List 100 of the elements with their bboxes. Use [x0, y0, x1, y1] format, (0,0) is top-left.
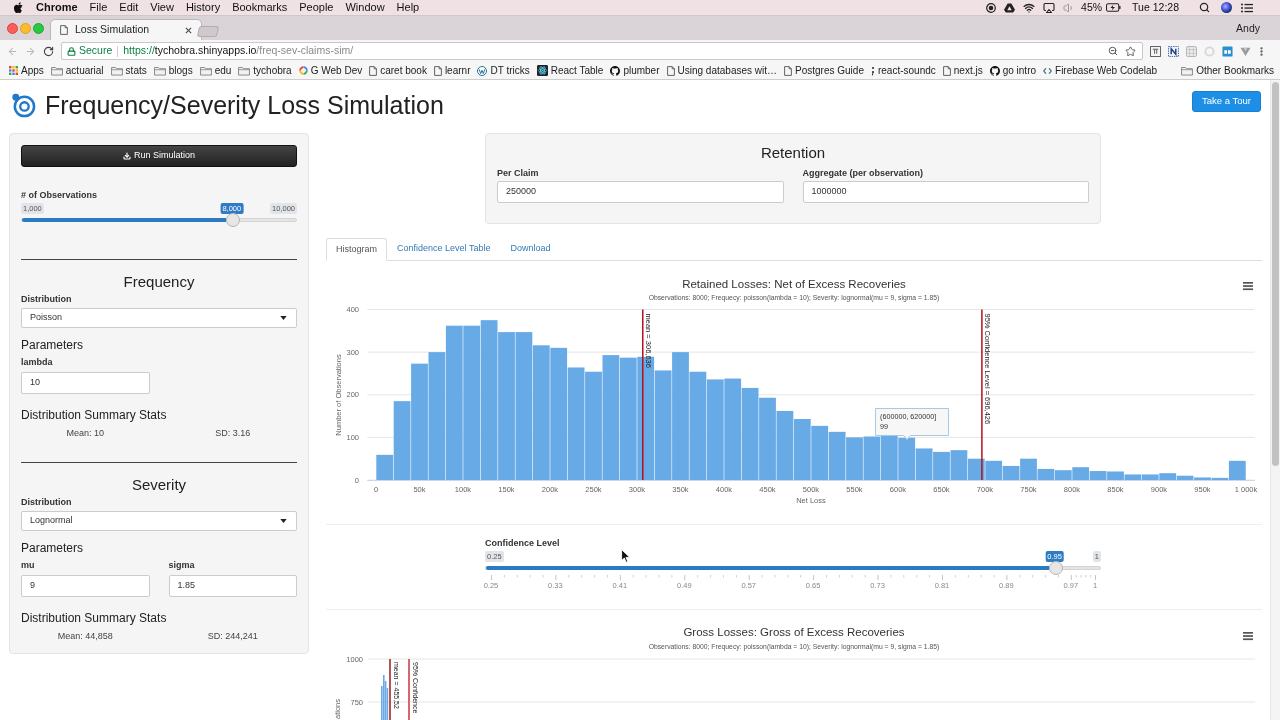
cat-silhouette-icon	[989, 65, 1000, 76]
menu-item[interactable]: File	[89, 2, 108, 13]
bookmark-item[interactable]: go intro	[1002, 63, 1037, 78]
folder-icon	[199, 65, 212, 76]
run-simulation-button[interactable]: Run Simulation	[21, 145, 297, 167]
parameter-input[interactable]: 1.85	[168, 575, 297, 597]
histogram-bar	[863, 436, 881, 480]
dashed-square-icon[interactable]	[1168, 45, 1179, 57]
chart-menu-icon[interactable]	[1243, 632, 1253, 641]
folder-icon	[1181, 65, 1194, 76]
subheading: Distribution Summary Stats	[21, 611, 168, 625]
reference-line	[389, 658, 391, 720]
bookmark-item[interactable]: Apps	[21, 63, 44, 78]
bookmark-item[interactable]: Firebase Web Codelab	[1055, 63, 1158, 78]
menu-item[interactable]: Help	[396, 2, 420, 13]
mouse-pointer-icon	[621, 549, 630, 563]
distribution-select[interactable]: Lognormal	[21, 511, 297, 531]
apple-logo-icon[interactable]	[14, 2, 23, 13]
circle-logo-icon	[477, 65, 488, 76]
triangle-down-icon[interactable]	[1240, 45, 1251, 57]
histogram-bar	[846, 437, 863, 480]
menu-item[interactable]: Bookmarks	[232, 2, 288, 13]
scrollbar-thumb[interactable]	[1272, 82, 1279, 466]
bookmark-item[interactable]: caret book	[380, 63, 427, 78]
orb-icon[interactable]	[1221, 2, 1232, 13]
histogram-bar	[933, 451, 950, 480]
bookmark-item[interactable]: G Web Dev	[310, 63, 363, 78]
distribution-select[interactable]: Poisson	[21, 308, 297, 328]
split-tile-icon[interactable]	[1222, 45, 1233, 57]
star-icon[interactable]	[1125, 45, 1136, 57]
search-icon[interactable]	[1199, 2, 1210, 13]
apps-grid-icon	[9, 66, 18, 75]
page-icon	[369, 65, 378, 76]
address-field[interactable]: Secure https://tychobra.shinyapps.io/freq-sev-claims-sim/	[61, 42, 1143, 60]
reference-line	[408, 658, 410, 720]
retention-input[interactable]: 250000	[497, 181, 784, 203]
content-tab[interactable]: Download	[500, 237, 561, 260]
section-heading: Frequency	[122, 273, 196, 290]
tab-page-icon	[60, 25, 68, 35]
zoom-out-icon[interactable]	[1108, 46, 1118, 56]
list-icon[interactable]	[1241, 2, 1253, 13]
reload-icon[interactable]	[43, 45, 54, 57]
field-label: Per Claim	[497, 168, 540, 178]
chart-menu-icon[interactable]	[1243, 282, 1253, 291]
bookmark-item[interactable]: tychobra	[253, 63, 292, 78]
histogram-bar	[793, 419, 811, 480]
airplay-icon[interactable]	[1043, 1, 1056, 14]
menu-item[interactable]: People	[299, 2, 334, 13]
bookmark-item[interactable]: next.js	[953, 63, 983, 78]
ring-logo-icon	[11, 93, 36, 118]
menu-item[interactable]: Window	[345, 2, 385, 13]
bookmark-item[interactable]: React Table	[550, 63, 604, 78]
profile-name[interactable]: Andy	[1236, 21, 1260, 37]
menu-item[interactable]: Edit	[119, 2, 139, 13]
bookmark-item[interactable]: learnr	[444, 63, 471, 78]
bookmark-item[interactable]: plumber	[623, 63, 660, 78]
summary-stat: SD: 3.16	[214, 428, 252, 438]
code-brackets-icon	[1043, 66, 1053, 75]
bookmark-item[interactable]: Using databases wit…	[677, 63, 777, 78]
bookmark-item[interactable]: actuarial	[65, 63, 104, 78]
page-title: Frequency/Severity Loss Simulation	[45, 90, 444, 120]
bookmark-item[interactable]: Postgres Guide	[795, 63, 864, 78]
url-text: https://tychobra.shinyapps.io/freq-sev-claims-sim/	[123, 43, 354, 59]
histogram-bar	[811, 425, 829, 480]
content-tab[interactable]: Histogram	[326, 238, 387, 261]
field-label: Aggregate (per observation)	[802, 168, 925, 178]
folder-icon	[238, 65, 251, 76]
summary-stat: SD: 244,241	[206, 631, 259, 641]
field-label: # of Observations	[21, 190, 99, 200]
bookmark-item[interactable]: Other Bookmarks	[1196, 63, 1274, 78]
parameter-input[interactable]: 9	[21, 575, 150, 597]
bookmark-item[interactable]: blogs	[168, 63, 193, 78]
field-label: mu	[21, 560, 36, 570]
framed-square-icon[interactable]	[1150, 45, 1161, 57]
chart-title: Retained Losses: Net of Excess Recoveries	[682, 278, 906, 290]
record-icon[interactable]	[986, 2, 997, 13]
histogram-bar	[915, 448, 933, 480]
histogram-bar	[898, 437, 916, 480]
folder-icon	[153, 65, 166, 76]
retention-input[interactable]: 1000000	[802, 181, 1089, 203]
browser-tab[interactable]: Loss Simulation	[50, 19, 202, 40]
battery-charging-icon[interactable]	[1106, 3, 1122, 12]
bookmark-item[interactable]: DT tricks	[490, 63, 530, 78]
cat-silhouette-icon	[610, 65, 621, 76]
summary-stat: Mean: 44,858	[56, 631, 114, 641]
histogram-bar	[776, 410, 794, 480]
parameter-input[interactable]: 10	[21, 372, 150, 394]
menu-item[interactable]: View	[150, 2, 174, 13]
download-icon	[123, 152, 131, 160]
content-tab[interactable]: Confidence Level Table	[387, 237, 501, 260]
menu-item[interactable]: History	[185, 2, 221, 13]
bookmark-item[interactable]: stats	[125, 63, 147, 78]
triangle-logo-icon[interactable]	[1004, 2, 1016, 13]
wifi-icon[interactable]	[1023, 1, 1036, 14]
field-label: Distribution	[21, 294, 73, 304]
battery-percent: 45%	[1081, 2, 1103, 13]
bookmark-item[interactable]: edu	[214, 63, 232, 78]
app-menu[interactable]: Chrome	[36, 2, 78, 13]
bookmark-item[interactable]: react-soundc	[877, 63, 936, 78]
close-icon[interactable]	[185, 26, 192, 34]
